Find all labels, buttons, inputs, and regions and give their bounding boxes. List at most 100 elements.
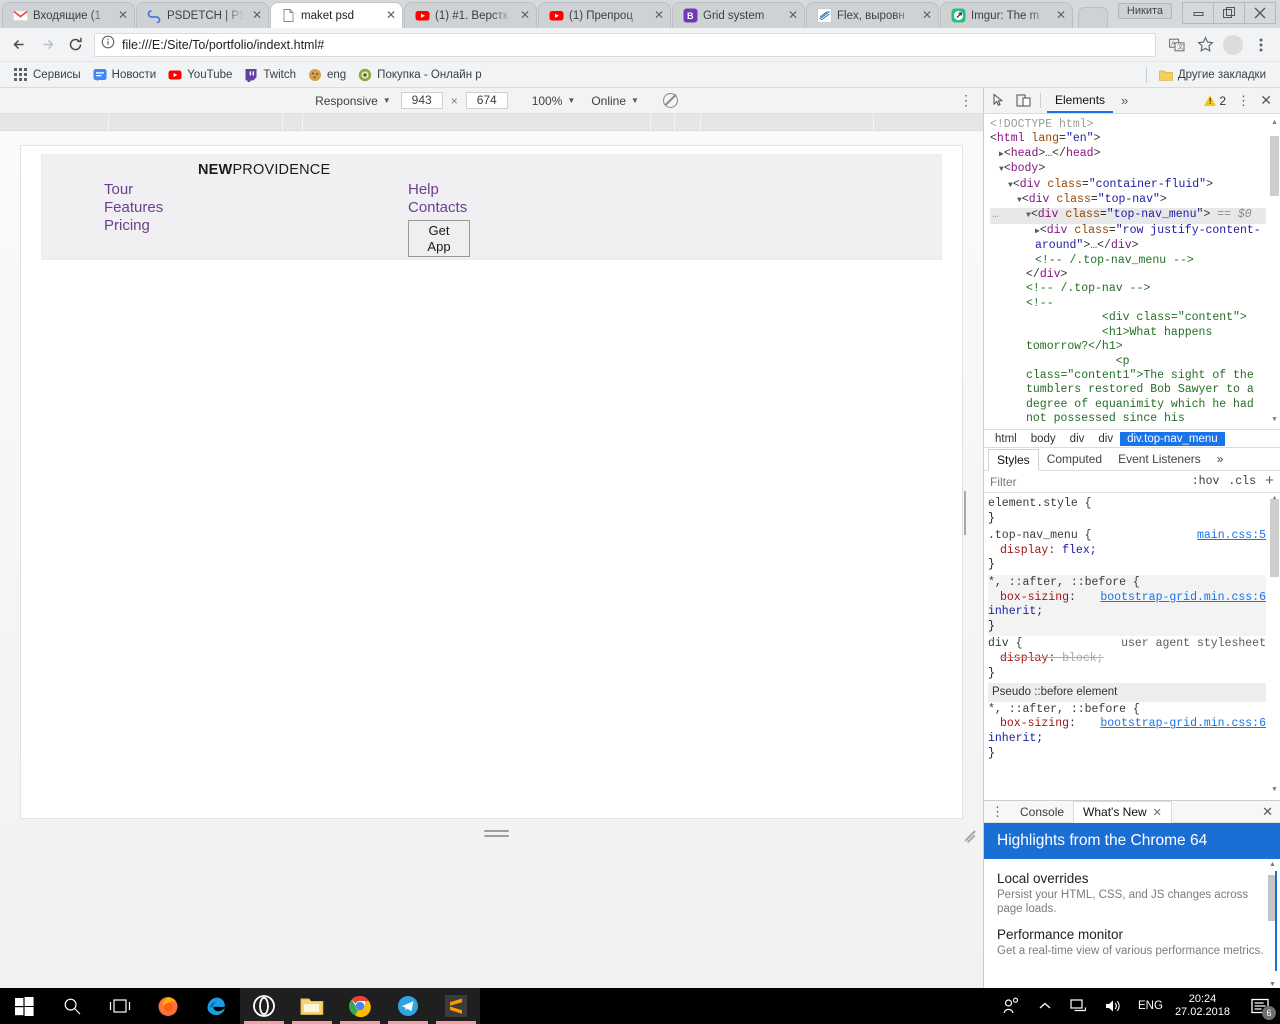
device-selector[interactable]: Responsive ▼ [305,94,401,108]
bookmark-item-2[interactable]: YouTube [162,66,238,84]
taskbar-app-edge[interactable] [192,988,240,1024]
bookmark-item-0[interactable]: Сервисы [8,66,87,84]
devtools-tab-elements[interactable]: Elements [1047,88,1113,113]
tab-close-icon[interactable]: ✕ [384,9,398,23]
dom-node[interactable]: <!DOCTYPE html> [990,118,1266,132]
css-rule-source[interactable]: bootstrap-grid.min.css:6 [1100,591,1266,606]
language-indicator[interactable]: ENG [1130,1000,1171,1012]
drawer-kebab-icon[interactable]: ⋮ [984,804,1011,820]
css-rule-3[interactable]: div {user agent stylesheetdisplay: block… [988,636,1266,683]
css-rule-source[interactable]: bootstrap-grid.min.css:6 [1100,717,1266,732]
bookmark-item-3[interactable]: Twitch [238,66,302,84]
star-icon[interactable] [1192,32,1218,58]
forward-button[interactable] [34,32,60,58]
whats-new-scrollbar[interactable]: ▲▼ [1268,861,1277,988]
breadcrumb-item-html[interactable]: html [988,432,1024,446]
drawer-tab-whats-new[interactable]: What's New ✕ [1073,801,1172,823]
windows-start-icon[interactable] [0,988,48,1024]
search-icon[interactable] [48,988,96,1024]
taskbar-app-opera[interactable] [240,988,288,1024]
dom-node-selected[interactable]: …▼<div class="top-nav_menu"> == $0 [990,208,1266,223]
drawer-tab-close-icon[interactable]: ✕ [1153,806,1162,819]
tab-close-icon[interactable]: ✕ [786,9,800,23]
drawer-close-icon[interactable]: ✕ [1262,804,1273,820]
bookmark-item-5[interactable]: Покупка - Онлайн р [352,66,487,84]
reload-button[interactable] [62,32,88,58]
window-close-button[interactable] [1244,2,1276,24]
window-minimize-button[interactable] [1182,2,1214,24]
tab-close-icon[interactable]: ✕ [1054,9,1068,23]
site-nav-link-tour[interactable]: Tour [104,181,163,199]
volume-icon[interactable] [1096,988,1130,1024]
css-rule-pseudo[interactable]: *, ::after, ::before {bootstrap-grid.min… [988,702,1266,763]
new-tab-button[interactable] [1078,7,1108,28]
css-declaration[interactable]: display: flex; [988,544,1266,559]
dom-node[interactable]: <div class="content"> [990,311,1266,325]
dom-node[interactable]: </div> [990,268,1266,282]
drawer-tab-console[interactable]: Console [1011,802,1073,822]
no-throttling-icon[interactable] [663,93,678,108]
toggle-device-toolbar-icon[interactable] [1012,91,1034,111]
dom-node[interactable]: ▼<div class="container-fluid"> [990,178,1266,193]
breadcrumb-item-div[interactable]: div [1063,432,1092,446]
css-rule-0[interactable]: element.style {} [988,496,1266,528]
whats-new-item-0[interactable]: Local overridesPersist your HTML, CSS, a… [997,871,1267,916]
zoom-selector[interactable]: 100% ▼ [522,94,586,108]
styles-scrollbar[interactable]: ▲▼ [1270,495,1279,798]
styles-filter-input[interactable]: Filter [990,475,1017,489]
inspect-element-icon[interactable] [988,91,1010,111]
taskbar-app-chrome[interactable] [336,988,384,1024]
site-nav-link-contacts[interactable]: Contacts [408,199,467,217]
dom-node[interactable]: <p class="content1">The sight of the tum… [990,355,1266,427]
chrome-menu-icon[interactable] [1248,32,1274,58]
browser-tab-0[interactable]: Входящие (1✕ [2,2,135,28]
people-icon[interactable] [994,988,1028,1024]
css-declaration[interactable]: display: block; [988,652,1266,667]
taskbar-app-file-explorer[interactable] [288,988,336,1024]
device-toolbar-kebab-icon[interactable]: ⋮ [959,92,973,109]
styles-pane[interactable]: element.style {}.top-nav_menu {main.css:… [984,493,1280,800]
viewport-corner-resize-handle[interactable] [962,824,980,842]
taskbar-app-firefox[interactable] [144,988,192,1024]
warning-count-badge[interactable]: 2 [1204,94,1226,108]
window-maximize-button[interactable] [1213,2,1245,24]
dom-node[interactable]: <!-- /.top-nav_menu --> [990,254,1266,268]
cls-toggle[interactable]: .cls [1228,475,1256,488]
styles-more-tabs-icon[interactable]: » [1209,449,1232,469]
devtools-split-handle[interactable] [964,491,968,513]
dom-node[interactable]: <h1>What happens tomorrow?</h1> [990,326,1266,355]
browser-tab-1[interactable]: PSDETCH | PS✕ [136,2,269,28]
breadcrumb-item-div[interactable]: div [1091,432,1120,446]
browser-tab-4[interactable]: (1) Препроц✕ [538,2,671,28]
action-center-icon[interactable]: 6 [1240,988,1280,1024]
tab-close-icon[interactable]: ✕ [920,9,934,23]
throttling-selector[interactable]: Online ▼ [581,94,649,108]
devtools-more-tabs-icon[interactable]: » [1115,93,1134,108]
site-nav-link-features[interactable]: Features [104,199,163,217]
back-button[interactable] [6,32,32,58]
breadcrumb-item-div-top-nav-menu[interactable]: div.top-nav_menu [1120,432,1225,446]
breadcrumb-item-body[interactable]: body [1024,432,1063,446]
translate-icon[interactable]: A文 [1164,32,1190,58]
css-rule-2[interactable]: *, ::after, ::before {bootstrap-grid.min… [988,575,1266,636]
dom-node[interactable]: ▼<div class="top-nav"> [990,193,1266,208]
hov-toggle[interactable]: :hov [1192,475,1220,488]
viewport-height-input[interactable]: 674 [466,92,508,109]
dom-node[interactable]: ▶<div class="row justify-content-around"… [990,224,1266,254]
page-info-icon[interactable] [101,35,115,54]
profile-avatar-icon[interactable] [1220,32,1246,58]
dom-node[interactable]: <!-- /.top-nav --> [990,282,1266,296]
site-nav-link-pricing[interactable]: Pricing [104,217,163,235]
tab-close-icon[interactable]: ✕ [116,9,130,23]
other-bookmarks-button[interactable]: Другие закладки [1153,66,1272,84]
css-rule-source[interactable]: main.css:5 [1197,529,1266,544]
viewport-height-resize-handle[interactable] [484,830,509,839]
address-bar[interactable]: file:///E:/Site/To/portfolio/indext.html… [94,33,1156,57]
browser-tab-7[interactable]: Imgur: The m✕ [940,2,1073,28]
dom-node[interactable]: <html lang="en"> [990,132,1266,146]
clock[interactable]: 20:24 27.02.2018 [1171,993,1240,1019]
browser-tab-6[interactable]: Flex, выровн✕ [806,2,939,28]
bookmark-item-1[interactable]: Новости [87,66,163,84]
tab-close-icon[interactable]: ✕ [250,9,264,23]
tab-close-icon[interactable]: ✕ [518,9,532,23]
